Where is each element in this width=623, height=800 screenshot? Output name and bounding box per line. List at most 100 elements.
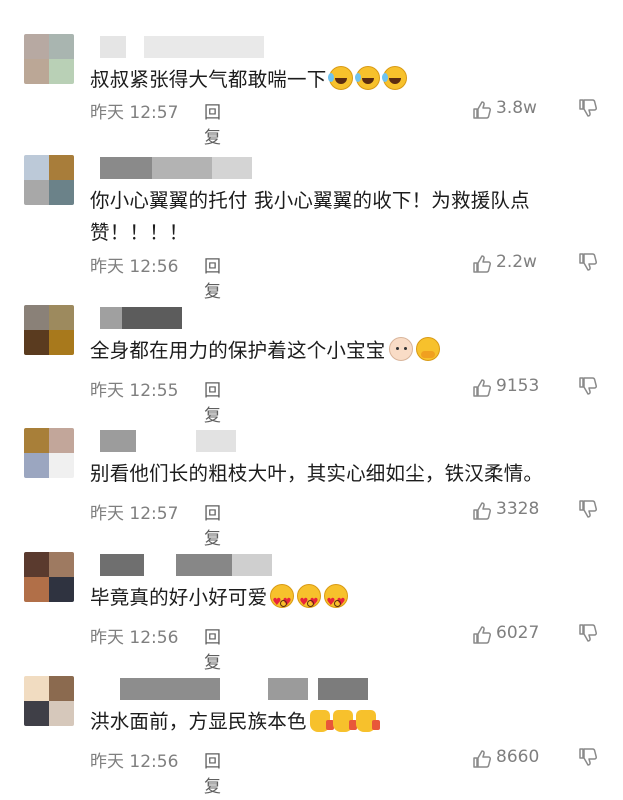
avatar-tile — [24, 330, 49, 355]
comment-text: 叔叔紧张得大气都敢喘一下 — [90, 64, 600, 96]
avatar-tile — [24, 577, 49, 602]
love-emoji-icon — [324, 584, 349, 619]
username-mosaic-block — [122, 307, 182, 329]
reply-button[interactable]: 回复 — [204, 747, 221, 797]
username-mosaic-block — [176, 554, 236, 576]
reply-button[interactable]: 回复 — [204, 376, 221, 426]
username-mosaic-block — [100, 430, 136, 452]
comment-text: 别看他们长的粗枝大叶，其实心细如尘，铁汉柔情。 — [90, 458, 600, 490]
like-count: 3328 — [496, 499, 540, 519]
avatar-tile — [49, 155, 74, 180]
love-emoji-icon — [270, 584, 295, 619]
username-redacted[interactable] — [92, 157, 512, 179]
username-redacted[interactable] — [92, 430, 512, 452]
username-mosaic-block — [196, 430, 236, 452]
avatar-tile — [24, 428, 49, 453]
like-count: 9153 — [496, 376, 540, 396]
thumbs-down-icon[interactable] — [577, 375, 599, 397]
comment-timestamp: 昨天 12:56 — [90, 628, 179, 648]
comment-item: 全身都在用力的保护着这个小宝宝 昨天 12:55 回复 9153 — [0, 305, 623, 429]
avatar-tile — [49, 453, 74, 478]
avatar[interactable] — [24, 155, 74, 205]
avatar-tile — [24, 34, 49, 59]
avatar[interactable] — [24, 428, 74, 478]
comment-timestamp: 昨天 12:56 — [90, 257, 179, 277]
avatar-tile — [24, 155, 49, 180]
avatar[interactable] — [24, 305, 74, 355]
comment-text-content: 毕竟真的好小好可爱 — [90, 586, 268, 609]
love-emoji-icon — [297, 584, 322, 619]
reply-button[interactable]: 回复 — [204, 98, 221, 148]
thumbs-down-icon[interactable] — [577, 622, 599, 644]
comment-text: 你小心翼翼的托付 我小心翼翼的收下！为救援队点赞！！！！ — [90, 185, 600, 249]
username-mosaic-block — [212, 157, 252, 179]
like-count: 2.2w — [496, 252, 537, 272]
avatar-tile — [24, 305, 49, 330]
avatar-tile — [49, 577, 74, 602]
comment-timestamp: 昨天 12:56 — [90, 752, 179, 772]
avatar-tile — [49, 701, 74, 726]
comment-text-content: 你小心翼翼的托付 我小心翼翼的收下！为救援队点赞！！！！ — [90, 189, 530, 244]
avatar-tile — [49, 552, 74, 577]
hug-emoji-icon — [415, 337, 440, 361]
avatar[interactable] — [24, 34, 74, 84]
avatar-tile — [24, 701, 49, 726]
thumbs-down-icon[interactable] — [577, 97, 599, 119]
comment-text-content: 洪水面前，方显民族本色 — [90, 710, 307, 733]
avatar-tile — [49, 34, 74, 59]
avatar-tile — [49, 305, 74, 330]
username-redacted[interactable] — [92, 36, 512, 58]
username-mosaic-block — [144, 36, 264, 58]
comment-timestamp: 昨天 12:57 — [90, 103, 179, 123]
comment-timestamp: 昨天 12:55 — [90, 381, 179, 401]
username-mosaic-block — [100, 36, 126, 58]
laugh-emoji-icon — [328, 66, 354, 90]
avatar-tile — [49, 676, 74, 701]
avatar-tile — [49, 428, 74, 453]
like-count: 3.8w — [496, 98, 537, 118]
thumb-emoji-icon — [309, 710, 334, 732]
laugh-emoji-icon — [355, 66, 381, 90]
comment-text-content: 别看他们长的粗枝大叶，其实心细如尘，铁汉柔情。 — [90, 462, 544, 485]
comment-item: 别看他们长的粗枝大叶，其实心细如尘，铁汉柔情。 昨天 12:57 回复 3328 — [0, 428, 623, 552]
comment-item: 毕竟真的好小好可爱昨天 12:56 回复 6027 — [0, 552, 623, 676]
thumb-emoji-icon — [332, 710, 357, 732]
thumbs-down-icon[interactable] — [577, 746, 599, 768]
avatar-tile — [24, 453, 49, 478]
like-count: 8660 — [496, 747, 540, 767]
comment-item: 洪水面前，方显民族本色 昨天 12:56 回复 8660 — [0, 676, 623, 800]
username-mosaic-block — [232, 554, 272, 576]
avatar[interactable] — [24, 676, 74, 726]
username-redacted[interactable] — [92, 678, 512, 700]
like-count: 6027 — [496, 623, 540, 643]
avatar-tile — [49, 59, 74, 84]
username-redacted[interactable] — [92, 554, 512, 576]
thumb-emoji-icon — [355, 710, 380, 732]
avatar-tile — [24, 180, 49, 205]
thumbs-down-icon[interactable] — [577, 251, 599, 273]
comment-text: 毕竟真的好小好可爱 — [90, 582, 600, 619]
comment-item: 你小心翼翼的托付 我小心翼翼的收下！为救援队点赞！！！！ 昨天 12:56 回复 2.… — [0, 155, 623, 302]
avatar[interactable] — [24, 552, 74, 602]
username-mosaic-block — [318, 678, 368, 700]
username-mosaic-block — [268, 678, 308, 700]
avatar-tile — [24, 59, 49, 84]
reply-button[interactable]: 回复 — [204, 499, 221, 549]
avatar-tile — [49, 180, 74, 205]
reply-button[interactable]: 回复 — [204, 623, 221, 673]
laugh-emoji-icon — [382, 66, 408, 90]
comment-timestamp: 昨天 12:57 — [90, 504, 179, 524]
reply-button[interactable]: 回复 — [204, 252, 221, 302]
comment-text-content: 叔叔紧张得大气都敢喘一下 — [90, 68, 327, 91]
username-mosaic-block — [100, 554, 144, 576]
comment-item: 叔叔紧张得大气都敢喘一下 昨天 12:57 回复 3.8w — [0, 34, 623, 158]
username-redacted[interactable] — [92, 307, 512, 329]
thumbs-down-icon[interactable] — [577, 498, 599, 520]
comment-text: 全身都在用力的保护着这个小宝宝 — [90, 335, 600, 367]
comment-text: 洪水面前，方显民族本色 — [90, 706, 600, 738]
avatar-tile — [24, 552, 49, 577]
avatar-tile — [24, 676, 49, 701]
avatar-tile — [49, 330, 74, 355]
comment-text-content: 全身都在用力的保护着这个小宝宝 — [90, 339, 386, 362]
username-mosaic-block — [120, 678, 220, 700]
